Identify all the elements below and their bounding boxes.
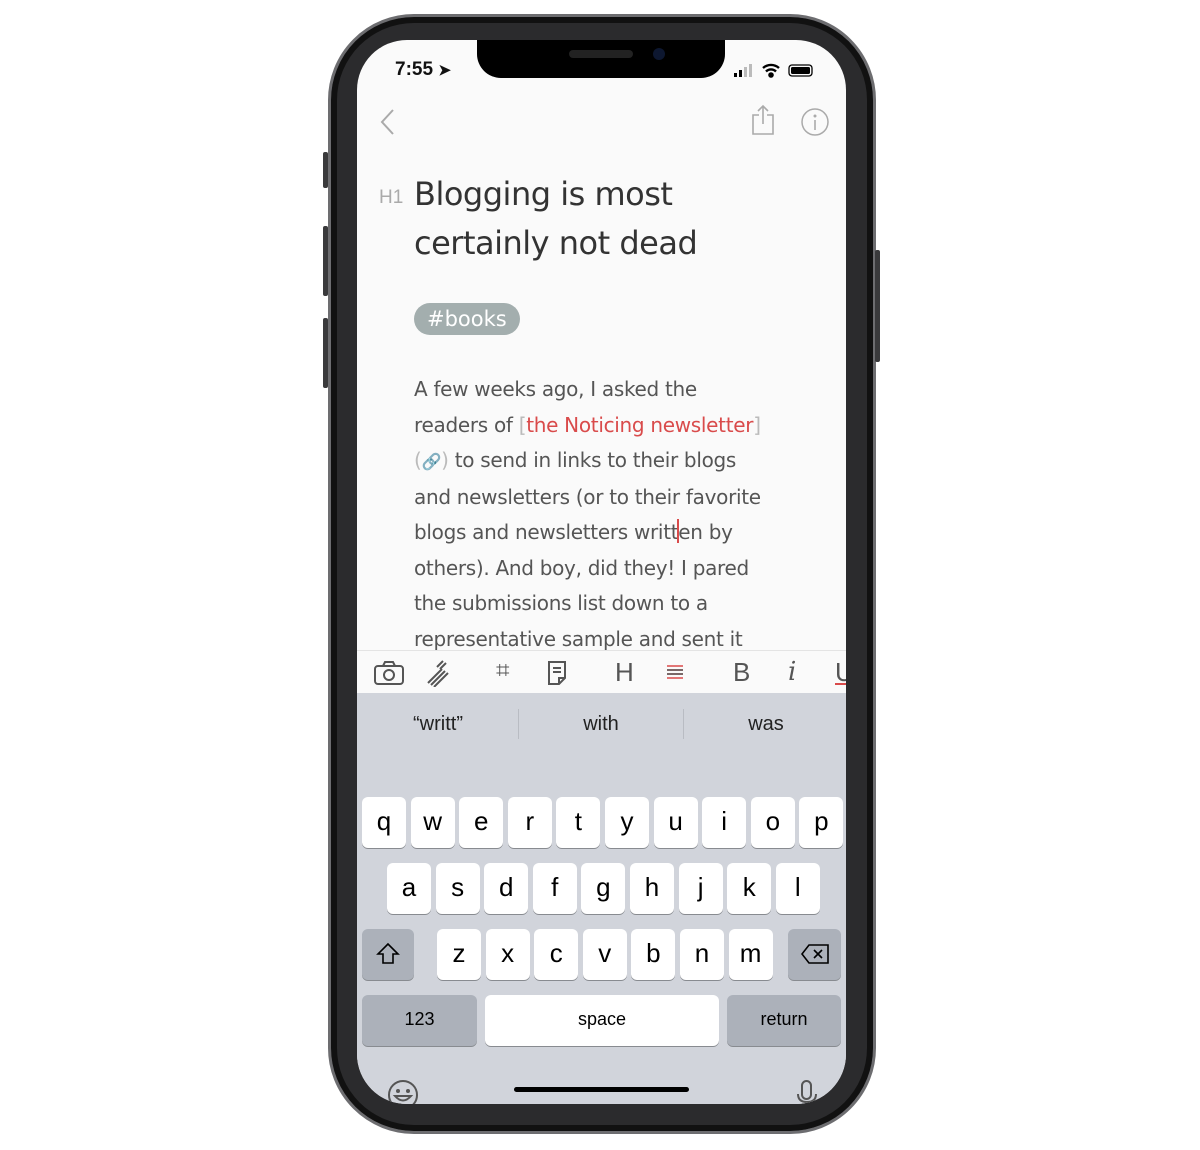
text: en by: [678, 520, 733, 544]
delete-key[interactable]: [788, 929, 841, 980]
list-icon[interactable]: [667, 664, 683, 680]
sketch-icon[interactable]: [425, 659, 451, 687]
link-text[interactable]: the Noticing newsletter: [526, 413, 753, 437]
title-line: Blogging is most: [414, 175, 673, 213]
key-g[interactable]: g: [581, 863, 626, 914]
key-r[interactable]: r: [507, 797, 552, 848]
suggestion-3[interactable]: was: [686, 713, 846, 736]
italic-button[interactable]: i: [788, 657, 796, 687]
heading-marker: H1: [379, 187, 404, 208]
bracket: ]: [753, 412, 761, 437]
suggestion-2[interactable]: with: [521, 713, 681, 736]
key-w[interactable]: w: [410, 797, 455, 848]
body-line: readers of [the Noticing newsletter]: [414, 408, 814, 444]
paren: (: [414, 448, 422, 472]
body-line: blogs and newsletters written by: [414, 515, 814, 551]
text: blogs and newsletters writt: [414, 520, 679, 544]
wifi-icon: [762, 63, 780, 78]
battery-icon: [788, 64, 813, 77]
front-camera: [653, 48, 665, 60]
key-n[interactable]: n: [680, 929, 724, 980]
signal-icon: [734, 64, 752, 77]
tag-hash-icon[interactable]: ⌗: [496, 657, 510, 685]
key-x[interactable]: x: [485, 929, 530, 980]
shift-key[interactable]: [362, 929, 414, 980]
key-z[interactable]: z: [437, 929, 481, 980]
key-u[interactable]: u: [653, 797, 698, 848]
volume-up-button: [323, 226, 328, 296]
body-line: others). And boy, did they! I pared: [414, 555, 749, 580]
key-e[interactable]: e: [459, 797, 504, 848]
status-icons: [734, 63, 813, 78]
microphone-icon[interactable]: [797, 1080, 817, 1104]
numbers-key[interactable]: 123: [362, 995, 477, 1046]
key-p[interactable]: p: [799, 797, 844, 848]
key-q[interactable]: q: [362, 797, 406, 848]
status-time: 7:55 ➤: [395, 59, 451, 81]
note-title[interactable]: Blogging is most certainly not dead: [414, 170, 734, 268]
return-key[interactable]: return: [727, 995, 841, 1046]
key-t[interactable]: t: [556, 797, 601, 848]
key-f[interactable]: f: [532, 863, 577, 914]
emoji-icon[interactable]: [387, 1079, 419, 1104]
speaker: [569, 50, 633, 58]
key-s[interactable]: s: [435, 863, 480, 914]
body-line: the submissions list down to a: [414, 591, 708, 615]
note-body[interactable]: A few weeks ago, I asked the readers of …: [414, 372, 814, 657]
suggestion-1[interactable]: “writt”: [358, 713, 518, 736]
key-h[interactable]: h: [630, 863, 674, 914]
home-indicator: [514, 1087, 689, 1092]
title-line: certainly not dead: [414, 224, 698, 262]
bold-button[interactable]: B: [733, 657, 750, 688]
key-b[interactable]: b: [631, 929, 676, 980]
info-icon[interactable]: [800, 107, 830, 137]
key-l[interactable]: l: [775, 863, 820, 914]
key-j[interactable]: j: [678, 863, 723, 914]
notch: [477, 40, 725, 78]
backspace-icon: [800, 944, 829, 964]
text: readers of: [414, 412, 519, 437]
key-c[interactable]: c: [534, 929, 579, 980]
format-toolbar: ⌗ H B i U: [357, 650, 846, 693]
key-i[interactable]: i: [702, 797, 747, 848]
volume-down-button: [323, 318, 328, 388]
mute-switch: [323, 152, 328, 188]
share-icon[interactable]: [751, 104, 775, 136]
time-text: 7:55: [395, 59, 434, 80]
body-line: (🔗) to send in links to their blogs: [414, 443, 814, 480]
key-y[interactable]: y: [605, 797, 649, 848]
shift-icon: [376, 942, 400, 964]
key-d[interactable]: d: [484, 863, 529, 914]
key-a[interactable]: a: [387, 863, 431, 914]
camera-icon[interactable]: [374, 661, 404, 685]
note-link-icon[interactable]: [547, 660, 567, 686]
link-icon[interactable]: 🔗: [422, 452, 442, 471]
underline-button[interactable]: U: [835, 657, 846, 688]
screen: 7:55 ➤ H1 Blogging is most certainly not …: [357, 40, 846, 1104]
text: to send in links to their blogs: [448, 448, 737, 472]
back-icon[interactable]: [379, 108, 397, 136]
key-v[interactable]: v: [582, 929, 627, 980]
tag-books[interactable]: #books: [414, 303, 520, 335]
paren: ): [441, 448, 449, 472]
space-key[interactable]: space: [485, 995, 719, 1046]
key-k[interactable]: k: [727, 863, 772, 914]
key-o[interactable]: o: [750, 797, 795, 848]
body-line: and newsletters (or to their favorite: [414, 484, 761, 509]
keyboard: “writt” with was 123 space return qwerty…: [357, 693, 846, 1104]
divider: [683, 709, 684, 739]
key-m[interactable]: m: [728, 929, 773, 980]
location-arrow-icon: ➤: [438, 62, 451, 79]
body-line: A few weeks ago, I asked the: [414, 377, 697, 401]
side-button: [875, 250, 880, 362]
heading-button[interactable]: H: [615, 657, 634, 688]
divider: [518, 709, 519, 739]
